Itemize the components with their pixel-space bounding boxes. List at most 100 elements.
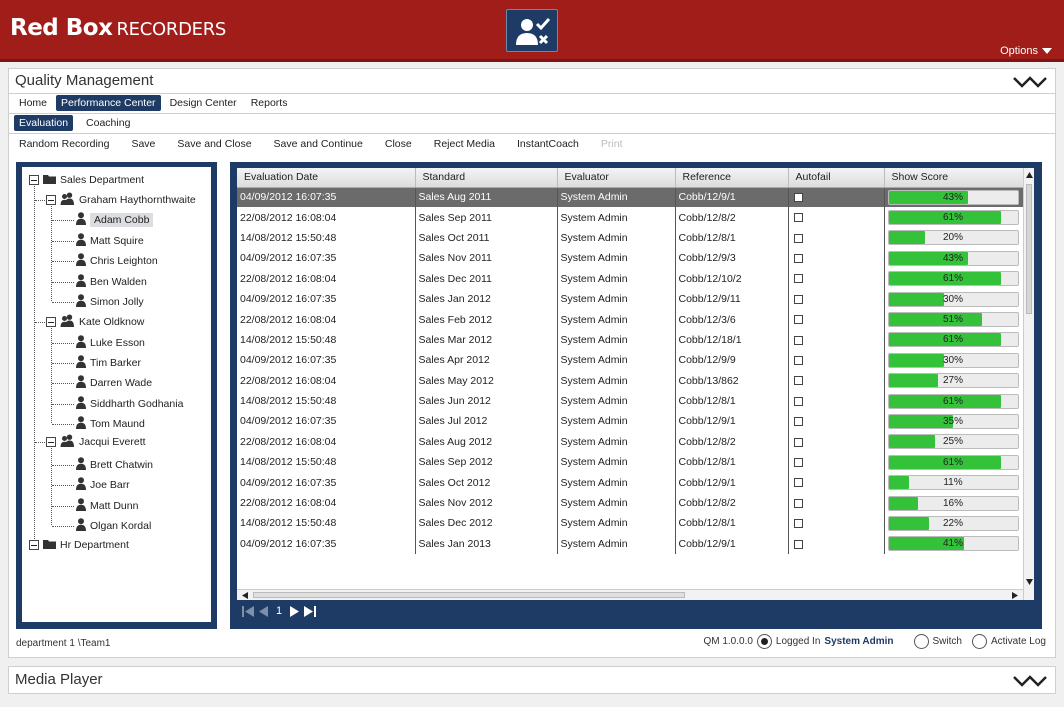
close-button[interactable]: Close	[385, 138, 412, 150]
switch-radio[interactable]	[913, 634, 929, 649]
tree-node-hr-department[interactable]: Hr Department	[29, 536, 129, 554]
reject-media-button[interactable]: Reject Media	[434, 138, 495, 150]
collapse-icon[interactable]	[1013, 674, 1047, 688]
next-page-icon[interactable]	[290, 605, 300, 617]
scroll-right-icon[interactable]	[1012, 592, 1018, 599]
collapse-toggle-icon[interactable]	[46, 317, 56, 327]
scroll-down-icon[interactable]	[1026, 579, 1033, 585]
autofail-checkbox[interactable]	[793, 274, 803, 284]
autofail-checkbox[interactable]	[793, 315, 803, 325]
table-row[interactable]: 04/09/2012 16:07:35 Sales Oct 2012 System …	[237, 472, 1023, 493]
tree-node-darren-wade[interactable]: Darren Wade	[76, 374, 152, 392]
table-row[interactable]: 14/08/2012 15:50:48 Sales Dec 2012 System …	[237, 513, 1023, 534]
random-recording-button[interactable]: Random Recording	[19, 138, 109, 150]
options-menu[interactable]: Options	[1000, 45, 1052, 57]
table-row[interactable]: 14/08/2012 15:50:48 Sales Oct 2011 System …	[237, 227, 1023, 249]
collapse-toggle-icon[interactable]	[46, 437, 56, 447]
autofail-checkbox[interactable]	[793, 376, 803, 386]
tree-node-matt-dunn[interactable]: Matt Dunn	[76, 497, 138, 515]
table-row[interactable]: 22/08/2012 16:08:04 Sales Sep 2011 System …	[237, 207, 1023, 228]
table-row[interactable]: 04/09/2012 16:07:35 Sales Jul 2012 System …	[237, 411, 1023, 432]
autofail-checkbox[interactable]	[793, 437, 803, 447]
tree-node-olgan-kordal[interactable]: Olgan Kordal	[76, 517, 151, 535]
autofail-checkbox[interactable]	[793, 254, 803, 264]
tree-node-joe-barr[interactable]: Joe Barr	[76, 476, 130, 494]
tree-node-tom-maund[interactable]: Tom Maund	[76, 415, 145, 433]
tree-node-graham-haythornthwaite[interactable]: Graham Haythornthwaite	[46, 191, 196, 209]
column-header-show-score[interactable]: Show Score	[884, 168, 1024, 188]
nav-item-performance-center[interactable]: Performance Center	[56, 95, 161, 111]
prev-page-icon[interactable]	[259, 605, 268, 617]
scroll-up-icon[interactable]	[1026, 172, 1033, 178]
table-row[interactable]: 22/08/2012 16:08:04 Sales Dec 2011 System …	[237, 268, 1023, 289]
save-and-close-button[interactable]: Save and Close	[177, 138, 251, 150]
table-row[interactable]: 04/09/2012 16:07:35 Sales Nov 2011 System …	[237, 248, 1023, 269]
table-row[interactable]: 22/08/2012 16:08:04 Sales Nov 2012 System …	[237, 492, 1023, 514]
autofail-checkbox[interactable]	[793, 539, 803, 549]
column-header-standard[interactable]: Standard	[415, 168, 558, 188]
autofail-checkbox[interactable]	[793, 498, 803, 508]
autofail-checkbox[interactable]	[793, 213, 803, 223]
last-page-icon[interactable]	[304, 605, 317, 617]
autofail-checkbox[interactable]	[793, 193, 803, 203]
autofail-checkbox[interactable]	[793, 417, 803, 427]
logged-in-radio[interactable]	[756, 634, 772, 649]
nav-item-reports[interactable]: Reports	[246, 95, 293, 111]
table-row[interactable]: 22/08/2012 16:08:04 Sales Feb 2012 System …	[237, 309, 1023, 330]
column-header-reference[interactable]: Reference	[675, 168, 789, 188]
autofail-checkbox[interactable]	[793, 356, 803, 366]
autofail-checkbox[interactable]	[793, 519, 803, 529]
nav-item-home[interactable]: Home	[14, 95, 52, 111]
column-header-autofail[interactable]: Autofail	[788, 168, 885, 188]
page-number[interactable]: 1	[276, 605, 282, 617]
score-bar: 61%	[887, 271, 1019, 287]
collapse-icon[interactable]	[1013, 75, 1047, 89]
first-page-icon[interactable]	[242, 605, 254, 617]
tab-coaching[interactable]: Coaching	[81, 115, 135, 131]
autofail-checkbox[interactable]	[793, 478, 803, 488]
tree-node-simon-jolly[interactable]: Simon Jolly	[76, 293, 144, 311]
table-row[interactable]: 04/09/2012 16:07:35 Sales Jan 2013 System …	[237, 533, 1023, 555]
autofail-checkbox[interactable]	[793, 335, 803, 345]
nav-item-design-center[interactable]: Design Center	[165, 95, 242, 111]
tree-node-jacqui-everett[interactable]: Jacqui Everett	[46, 433, 146, 451]
autofail-checkbox[interactable]	[793, 294, 803, 304]
horizontal-scrollbar[interactable]	[237, 589, 1023, 600]
table-row[interactable]: 04/09/2012 16:07:35 Sales Jan 2012 System …	[237, 288, 1023, 310]
collapse-toggle-icon[interactable]	[46, 195, 56, 205]
tree-node-matt-squire[interactable]: Matt Squire	[76, 232, 144, 250]
tree-node-siddharth-godhania[interactable]: Siddharth Godhania	[76, 395, 183, 413]
tree-node-sales-department[interactable]: Sales Department	[29, 171, 144, 189]
table-row[interactable]: 04/09/2012 16:07:35 Sales Aug 2011 System …	[237, 187, 1023, 208]
collapse-toggle-icon[interactable]	[29, 175, 39, 185]
table-row[interactable]: 14/08/2012 15:50:48 Sales Sep 2012 System …	[237, 452, 1023, 473]
autofail-checkbox[interactable]	[793, 233, 803, 243]
scroll-left-icon[interactable]	[242, 592, 248, 599]
column-header-evaluator[interactable]: Evaluator	[557, 168, 676, 188]
column-header-evaluation-date[interactable]: Evaluation Date	[237, 168, 416, 188]
vertical-scroll-thumb[interactable]	[1026, 184, 1032, 314]
save-and-continue-button[interactable]: Save and Continue	[274, 138, 363, 150]
tree-node-luke-esson[interactable]: Luke Esson	[76, 334, 145, 352]
tree-node-chris-leighton[interactable]: Chris Leighton	[76, 252, 158, 270]
collapse-toggle-icon[interactable]	[29, 540, 39, 550]
tree-node-tim-barker[interactable]: Tim Barker	[76, 354, 141, 372]
save-button[interactable]: Save	[131, 138, 155, 150]
tree-node-brett-chatwin[interactable]: Brett Chatwin	[76, 456, 153, 474]
instant-coach-button[interactable]: InstantCoach	[517, 138, 579, 150]
table-row[interactable]: 22/08/2012 16:08:04 Sales May 2012 System …	[237, 370, 1023, 391]
tab-evaluation[interactable]: Evaluation	[14, 115, 74, 131]
autofail-checkbox[interactable]	[793, 396, 803, 406]
vertical-scrollbar[interactable]	[1023, 168, 1034, 600]
table-row[interactable]: 22/08/2012 16:08:04 Sales Aug 2012 System …	[237, 431, 1023, 453]
activate-log-radio[interactable]	[971, 634, 987, 649]
tree-node-adam-cobb[interactable]: Adam Cobb	[76, 211, 154, 229]
evaluator-app-icon[interactable]	[506, 9, 558, 52]
autofail-checkbox[interactable]	[793, 457, 803, 467]
table-row[interactable]: 14/08/2012 15:50:48 Sales Mar 2012 System …	[237, 329, 1023, 351]
tree-node-ben-walden[interactable]: Ben Walden	[76, 273, 147, 291]
table-row[interactable]: 14/08/2012 15:50:48 Sales Jun 2012 System …	[237, 390, 1023, 412]
table-row[interactable]: 04/09/2012 16:07:35 Sales Apr 2012 System …	[237, 350, 1023, 371]
tree-node-kate-oldknow[interactable]: Kate Oldknow	[46, 313, 144, 331]
horizontal-scroll-thumb[interactable]	[253, 592, 685, 598]
